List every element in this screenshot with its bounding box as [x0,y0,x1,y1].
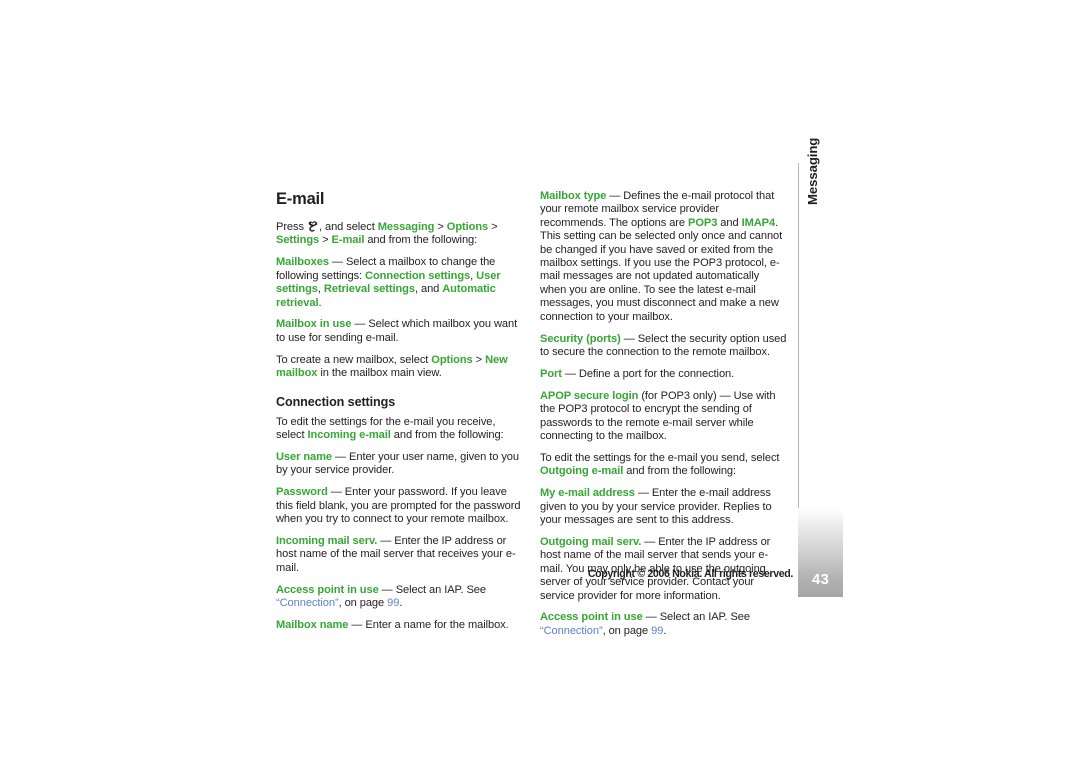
body-text: — Select an IAP. See [642,611,750,624]
paragraph-outgoing-intro: To edit the settings for the e-mail you … [540,452,787,479]
setting-term: Retrieval settings [323,283,415,296]
paragraph-user-name: User name — Enter your user name, given … [276,451,523,478]
body-text: > [472,353,486,366]
paragraph-mailbox-in-use: Mailbox in use — Select which mailbox yo… [276,318,523,345]
body-text: , and select [318,221,378,233]
setting-term: Connection settings [365,269,471,282]
body-text: and from the following: [364,234,478,247]
chapter-tab: 43 [798,508,843,597]
setting-term: Mailboxes [276,256,329,269]
body-text: > [488,221,498,233]
setting-term: User name [276,450,333,463]
setting-term: APOP secure login [540,389,639,402]
paragraph-mailbox-name: Mailbox name — Enter a name for the mail… [276,619,523,632]
body-text: , on page [338,597,388,610]
body-text: Press [276,221,307,233]
page-number: 43 [811,571,830,588]
copyright-notice: Copyright © 2006 Nokia. All rights reser… [587,568,793,580]
setting-term: Access point in use [540,611,643,624]
paragraph-press-intro: Press , and select Messaging > Options >… [276,219,523,248]
body-text: — Select an IAP. See [378,583,486,596]
body-text: and from the following: [390,428,504,441]
paragraph-password: Password — Enter your password. If you l… [276,486,523,526]
left-text-column: E-mail Press , and select Messaging > Op… [276,190,523,632]
paragraph-incoming-intro: To edit the settings for the e-mail you … [276,416,523,443]
setting-term: IMAP4 [741,216,776,229]
body-text: . [399,597,403,610]
setting-term: POP3 [688,216,718,229]
chapter-label: Messaging [805,137,820,205]
paragraph-mailbox-type: Mailbox type — Defines the e-mail protoc… [540,190,787,324]
document-page: E-mail Press , and select Messaging > Op… [0,0,1080,763]
paragraph-create-new-mailbox: To create a new mailbox, select Options … [276,354,523,381]
setting-term: Security (ports) [540,332,621,345]
body-text: . [318,296,322,309]
cross-reference-link[interactable]: “Connection” [540,625,603,637]
setting-term: Mailbox name [276,618,349,631]
paragraph-access-point-in-use-left: Access point in use — Select an IAP. See… [276,584,523,611]
setting-term: Incoming mail serv. [276,534,378,547]
setting-term: Mailbox in use [276,318,352,331]
body-text: — Enter a name for the mailbox. [348,618,509,631]
chapter-rail-divider [798,163,799,508]
setting-term: My e-mail address [540,487,635,500]
paragraph-mailboxes: Mailboxes — Select a mailbox to change t… [276,256,523,310]
body-text: To create a new mailbox, select [276,353,432,366]
body-text: . [663,624,667,637]
menu-key-icon [308,220,318,232]
setting-term: Incoming e-mail [307,428,391,441]
setting-term: Options [446,221,489,233]
cross-reference-link[interactable]: 99 [387,597,399,609]
setting-term: Port [540,367,562,380]
body-text: , and [414,283,443,296]
body-text: and from the following: [623,465,737,478]
setting-term: E-mail [331,234,365,247]
cross-reference-link[interactable]: 99 [651,625,663,637]
paragraph-my-email-address: My e-mail address — Enter the e-mail add… [540,487,787,527]
setting-term: Settings [276,234,320,247]
body-text: To edit the settings for the e-mail you … [540,451,780,464]
section-heading: Connection settings [276,394,396,409]
setting-term: Outgoing mail serv. [540,535,642,548]
body-text: — Define a port for the connection. [561,367,735,380]
paragraph-security-ports: Security (ports) — Select the security o… [540,333,787,360]
paragraph-apop-secure-login: APOP secure login (for POP3 only) — Use … [540,390,787,444]
setting-term: Messaging [377,221,435,233]
body-text: > [319,234,332,247]
setting-term: Options [431,353,473,366]
setting-term: Mailbox type [540,190,607,202]
body-text: and [717,216,742,229]
setting-term: Outgoing e-mail [540,465,624,478]
setting-term: Access point in use [276,583,379,596]
body-text: > [434,221,447,233]
body-text: in the mailbox main view. [317,367,442,380]
paragraph-access-point-in-use-right: Access point in use — Select an IAP. See… [540,611,787,638]
paragraph-port: Port — Define a port for the connection. [540,368,787,381]
cross-reference-link[interactable]: “Connection” [276,597,339,609]
page-title: E-mail [276,190,325,208]
setting-term: Password [276,486,328,499]
body-text: . This setting can be selected only once… [540,216,783,323]
body-text: , on page [602,624,652,637]
